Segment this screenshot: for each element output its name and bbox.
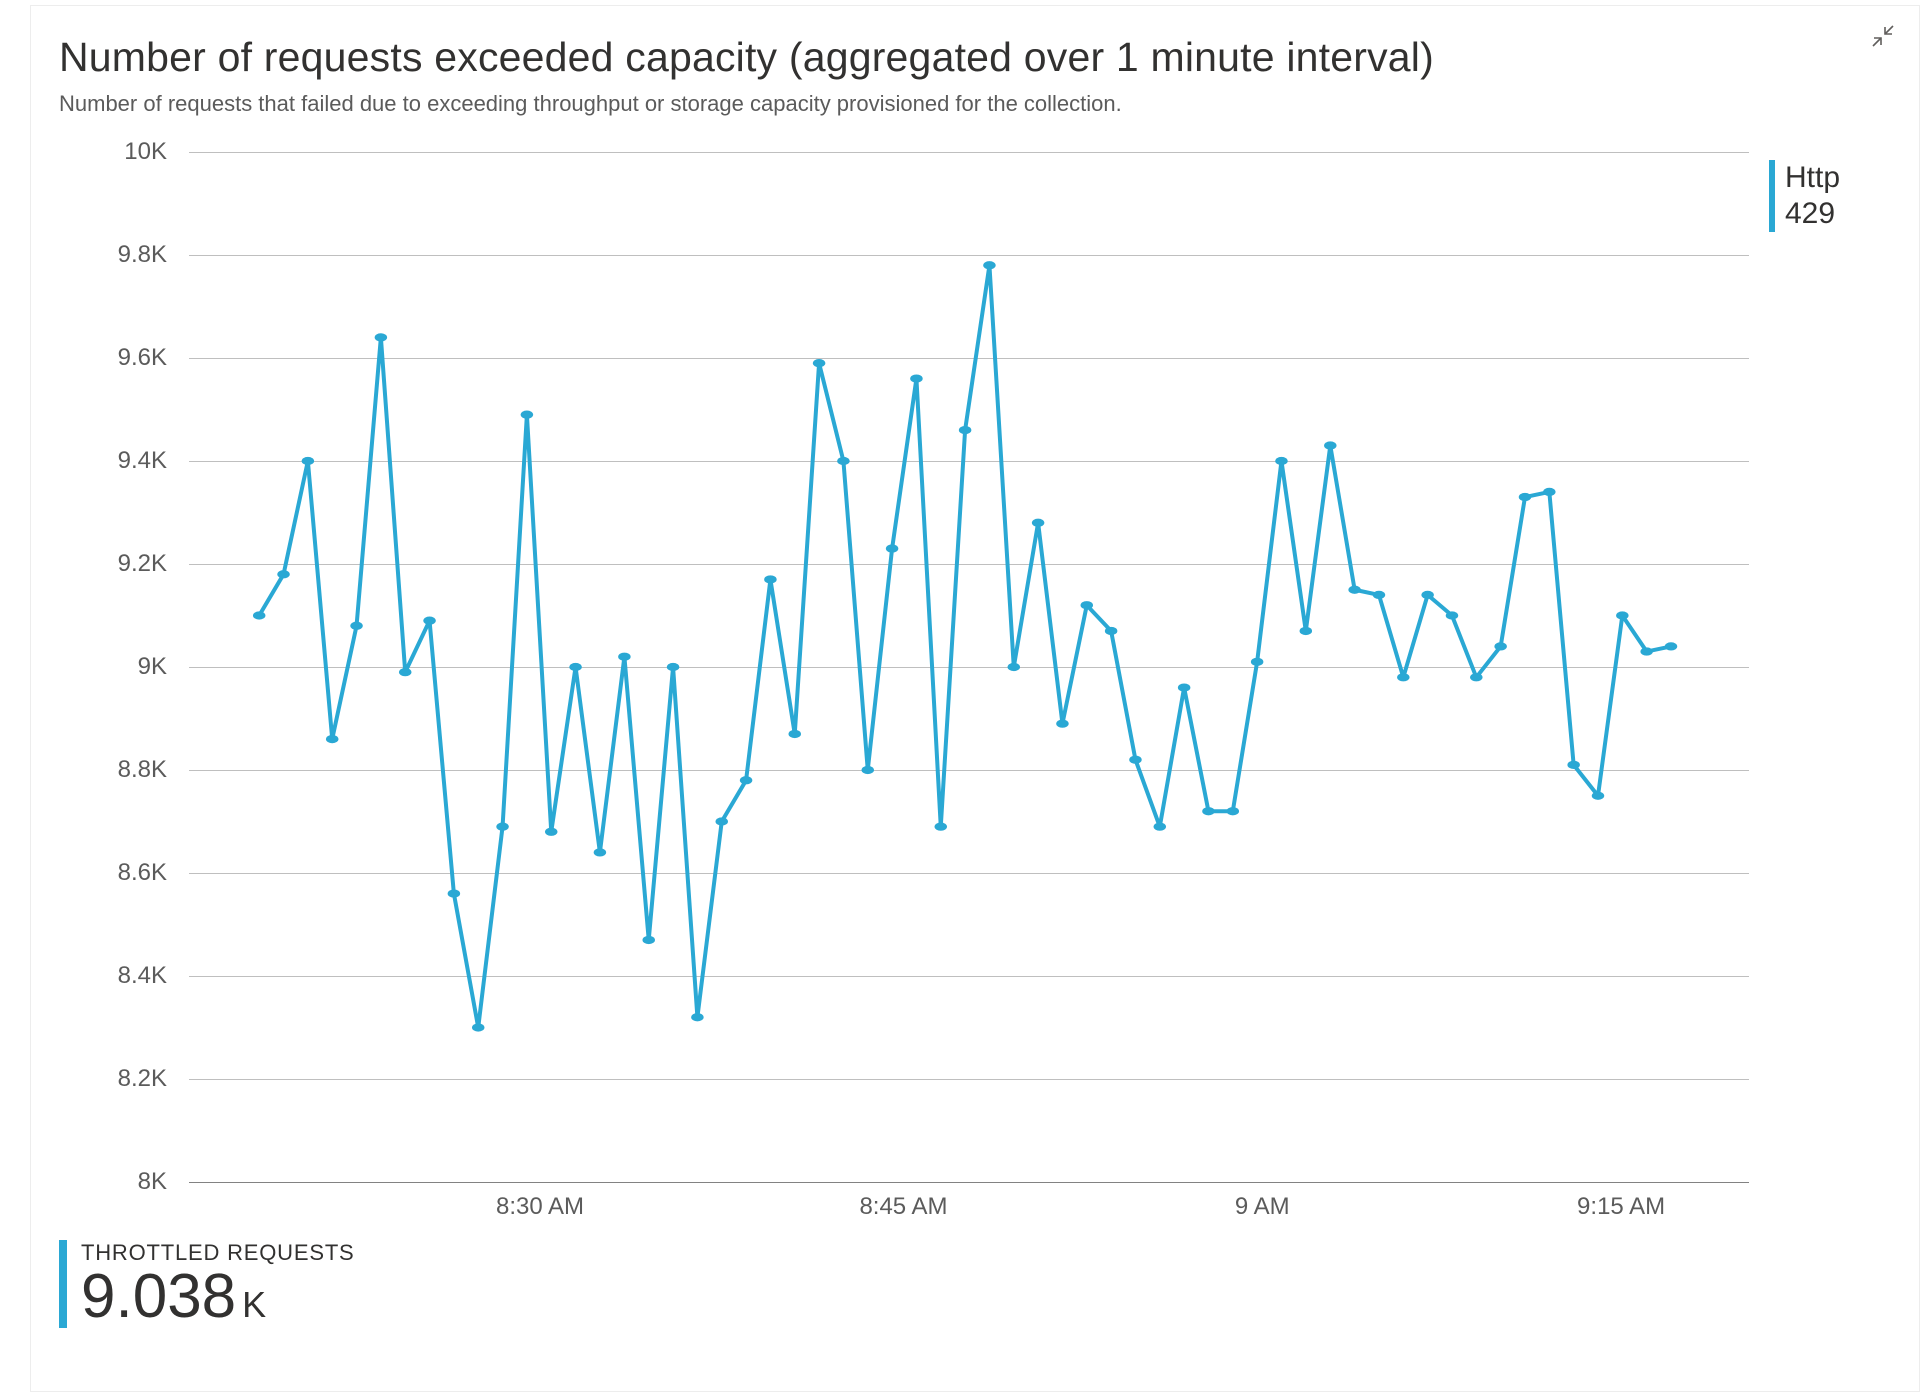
y-axis-tick-label: 9.6K [118, 344, 167, 372]
data-point[interactable] [716, 817, 728, 825]
x-axis-tick-label: 9 AM [1235, 1193, 1290, 1221]
data-point[interactable] [1032, 519, 1044, 527]
data-point[interactable] [789, 730, 801, 738]
metric-label: THROTTLED REQUESTS [81, 1240, 1879, 1266]
x-axis-tick-label: 8:45 AM [859, 1193, 947, 1221]
data-point[interactable] [496, 823, 508, 831]
data-point[interactable] [1251, 658, 1263, 666]
y-axis-tick-label: 9.2K [118, 550, 167, 578]
data-point[interactable] [1105, 627, 1117, 635]
panel-subtitle: Number of requests that failed due to ex… [59, 91, 1879, 117]
x-axis: 8:30 AM 8:45 AM 9 AM 9:15 AM [189, 1182, 1749, 1222]
plot-region[interactable]: 8K8.2K8.4K8.6K8.8K9K9.2K9.4K9.6K9.8K10K … [59, 152, 1749, 1222]
x-axis-tick-label: 8:30 AM [496, 1193, 584, 1221]
data-point[interactable] [399, 668, 411, 676]
y-axis-tick-label: 8.4K [118, 962, 167, 990]
data-point[interactable] [1008, 663, 1020, 671]
metric-value-row: 9.038K [81, 1266, 1879, 1328]
y-axis-tick-label: 8.6K [118, 859, 167, 887]
y-axis-tick-label: 9.8K [118, 241, 167, 269]
data-point[interactable] [1519, 493, 1531, 501]
data-point[interactable] [667, 663, 679, 671]
data-point[interactable] [1665, 642, 1677, 650]
data-point[interactable] [740, 776, 752, 784]
data-point[interactable] [302, 457, 314, 465]
data-point[interactable] [326, 735, 338, 743]
data-point[interactable] [545, 828, 557, 836]
data-point[interactable] [1640, 647, 1652, 655]
y-axis-tick-label: 10K [124, 138, 167, 166]
data-point[interactable] [1178, 683, 1190, 691]
data-point[interactable] [569, 663, 581, 671]
series-line-http429 [259, 265, 1671, 1027]
metric-unit: K [242, 1284, 266, 1325]
data-point[interactable] [837, 457, 849, 465]
data-point[interactable] [521, 411, 533, 419]
data-point[interactable] [472, 1023, 484, 1031]
data-point[interactable] [935, 823, 947, 831]
y-axis-tick-label: 9.4K [118, 447, 167, 475]
legend-item-http429[interactable]: Http 429 [1769, 160, 1879, 232]
legend: Http 429 [1769, 152, 1879, 1222]
data-point[interactable] [1421, 591, 1433, 599]
data-point[interactable] [1592, 792, 1604, 800]
data-point[interactable] [1324, 441, 1336, 449]
data-point[interactable] [1202, 807, 1214, 815]
data-point[interactable] [1470, 673, 1482, 681]
metric-value: 9.038 [81, 1262, 236, 1331]
y-axis-labels: 8K8.2K8.4K8.6K8.8K9K9.2K9.4K9.6K9.8K10K [59, 152, 179, 1182]
data-point[interactable] [813, 359, 825, 367]
x-axis-tick-label: 9:15 AM [1577, 1193, 1665, 1221]
data-point[interactable] [375, 333, 387, 341]
data-point[interactable] [1543, 488, 1555, 496]
data-point[interactable] [448, 889, 460, 897]
data-point[interactable] [862, 766, 874, 774]
data-point[interactable] [277, 570, 289, 578]
data-point[interactable] [1348, 586, 1360, 594]
collapse-icon[interactable] [1869, 22, 1897, 50]
data-point[interactable] [253, 611, 265, 619]
data-point[interactable] [1397, 673, 1409, 681]
y-axis-tick-label: 8.2K [118, 1065, 167, 1093]
data-point[interactable] [910, 374, 922, 382]
data-point[interactable] [350, 622, 362, 630]
data-point[interactable] [1081, 601, 1093, 609]
data-point[interactable] [1275, 457, 1287, 465]
y-axis-tick-label: 8.8K [118, 756, 167, 784]
data-point[interactable] [423, 617, 435, 625]
chart-area: 8K8.2K8.4K8.6K8.8K9K9.2K9.4K9.6K9.8K10K … [59, 152, 1879, 1222]
y-axis-tick-label: 8K [138, 1168, 167, 1196]
data-point[interactable] [983, 261, 995, 269]
data-point[interactable] [764, 575, 776, 583]
data-point[interactable] [1154, 823, 1166, 831]
data-point[interactable] [642, 936, 654, 944]
data-point[interactable] [1616, 611, 1628, 619]
metrics-panel: Number of requests exceeded capacity (ag… [30, 5, 1920, 1392]
line-plot [189, 152, 1749, 1182]
data-point[interactable] [618, 653, 630, 661]
data-point[interactable] [1129, 756, 1141, 764]
y-axis-tick-label: 9K [138, 653, 167, 681]
data-point[interactable] [959, 426, 971, 434]
data-point[interactable] [1567, 761, 1579, 769]
data-point[interactable] [1446, 611, 1458, 619]
data-point[interactable] [1056, 720, 1068, 728]
data-point[interactable] [1227, 807, 1239, 815]
data-point[interactable] [594, 848, 606, 856]
panel-title: Number of requests exceeded capacity (ag… [59, 34, 1879, 81]
metric-throttled-requests[interactable]: THROTTLED REQUESTS 9.038K [59, 1240, 1879, 1328]
data-point[interactable] [1300, 627, 1312, 635]
data-point[interactable] [1373, 591, 1385, 599]
data-point[interactable] [1494, 642, 1506, 650]
data-point[interactable] [886, 544, 898, 552]
data-point[interactable] [691, 1013, 703, 1021]
